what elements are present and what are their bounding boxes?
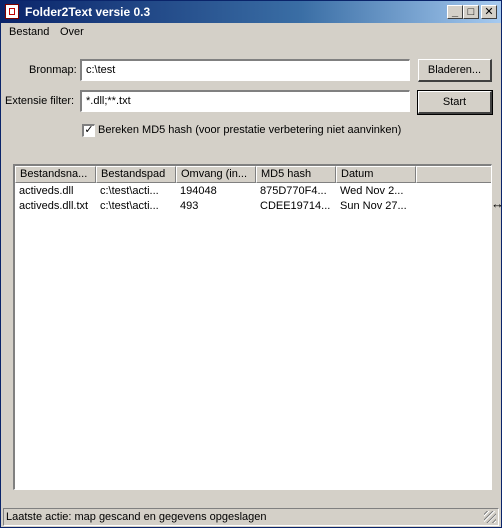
close-button[interactable]: ✕ <box>481 5 497 19</box>
menu-bestand[interactable]: Bestand <box>9 26 49 38</box>
column-header-path[interactable]: Bestandspad <box>96 166 176 183</box>
extension-filter-input[interactable]: *.dll;**.txt <box>80 90 410 112</box>
column-header-date[interactable]: Datum <box>336 166 416 183</box>
column-header-md5[interactable]: MD5 hash <box>256 166 336 183</box>
start-button[interactable]: Start <box>417 90 493 115</box>
checkmark-icon: ✓ <box>84 124 94 136</box>
status-text: Laatste actie: map gescand en gegevens o… <box>6 511 267 523</box>
cell-size: 194048 <box>180 185 217 197</box>
title-bar[interactable]: Folder2Text versie 0.3 _ □ ✕ <box>1 1 501 23</box>
cell-date: Wed Nov 2... <box>340 185 404 197</box>
md5-checkbox[interactable]: ✓ <box>82 124 95 137</box>
resize-cursor-icon: ↔ <box>491 196 502 211</box>
source-folder-label: Bronmap: <box>29 64 77 76</box>
maximize-button[interactable]: □ <box>463 5 479 19</box>
table-row[interactable]: activeds.dll.txt c:\test\acti... 493 CDE… <box>15 199 491 214</box>
cell-filename: activeds.dll.txt <box>19 200 89 212</box>
column-header-filename[interactable]: Bestandsna... <box>15 166 96 183</box>
app-icon[interactable] <box>5 4 19 19</box>
source-folder-input[interactable]: c:\test <box>80 59 410 81</box>
cell-size: 493 <box>180 200 199 212</box>
column-header-size[interactable]: Omvang (in... <box>176 166 256 183</box>
window-title: Folder2Text versie 0.3 <box>25 5 151 19</box>
cell-md5: CDEE19714... <box>260 200 331 212</box>
browse-button[interactable]: Bladeren... <box>418 59 492 82</box>
md5-checkbox-label[interactable]: Bereken MD5 hash (voor prestatie verbete… <box>98 124 401 136</box>
minimize-button[interactable]: _ <box>447 5 463 19</box>
file-list[interactable]: Bestandsna... Bestandspad Omvang (in... … <box>13 164 492 490</box>
extension-filter-label: Extensie filter: <box>5 95 75 107</box>
column-header-empty <box>416 166 491 183</box>
menu-bar: Bestand Over <box>1 24 501 42</box>
cell-path: c:\test\acti... <box>100 185 159 197</box>
status-bar: Laatste actie: map gescand en gegevens o… <box>3 508 499 526</box>
table-row[interactable]: activeds.dll c:\test\acti... 194048 875D… <box>15 184 491 199</box>
cell-path: c:\test\acti... <box>100 200 159 212</box>
cell-filename: activeds.dll <box>19 185 74 197</box>
cell-md5: 875D770F4... <box>260 185 327 197</box>
resize-grip-icon[interactable] <box>484 511 496 523</box>
cell-date: Sun Nov 27... <box>340 200 407 212</box>
main-window: Folder2Text versie 0.3 _ □ ✕ Bestand Ove… <box>0 0 502 528</box>
menu-over[interactable]: Over <box>60 26 84 38</box>
list-header: Bestandsna... Bestandspad Omvang (in... … <box>15 166 491 183</box>
